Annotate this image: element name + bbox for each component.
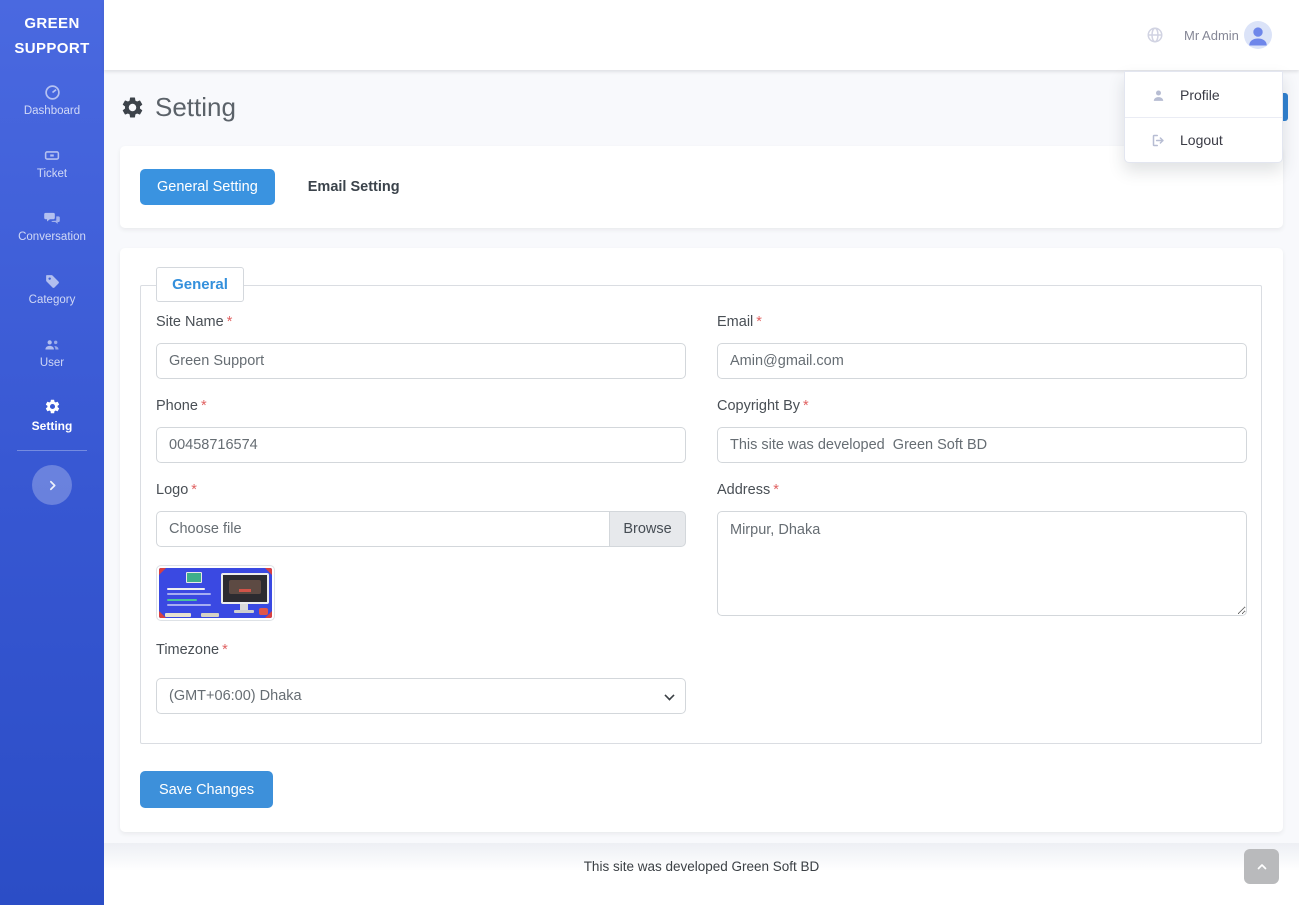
users-icon [0, 336, 104, 354]
sidebar-item-label: Category [0, 294, 104, 306]
tab-row: General Setting Email Setting [140, 169, 1263, 205]
sidebar-item-dashboard[interactable]: Dashboard [0, 84, 104, 117]
address-textarea[interactable]: Mirpur, Dhaka [717, 511, 1247, 616]
profile-icon [1151, 87, 1167, 103]
thumb-monitor-graphic [221, 573, 269, 604]
sidebar-item-setting[interactable]: Setting [0, 398, 104, 433]
page-title: Setting [155, 92, 236, 123]
sidebar-item-category[interactable]: Category [0, 273, 104, 306]
scroll-to-top-button[interactable] [1244, 849, 1279, 884]
tabs-card: General Setting Email Setting [120, 146, 1283, 228]
required-asterisk: * [756, 314, 762, 330]
logo-preview-graphic [159, 568, 272, 618]
menu-item-logout[interactable]: Logout [1125, 117, 1282, 162]
timezone-select[interactable]: (GMT+06:00) Dhaka [156, 678, 686, 714]
general-settings-card: General Site Name* Email* Phone* Copyrig… [120, 248, 1283, 832]
content-area: Setting General Setting Email Setting Ge… [104, 70, 1299, 843]
email-label: Email* [717, 314, 762, 330]
sidebar-item-ticket[interactable]: Ticket [0, 147, 104, 180]
required-asterisk: * [191, 482, 197, 498]
tab-email-setting[interactable]: Email Setting [291, 169, 417, 205]
tab-general-setting[interactable]: General Setting [140, 169, 275, 205]
required-asterisk: * [201, 398, 207, 414]
brand-line2: SUPPORT [0, 36, 104, 61]
required-asterisk: * [773, 482, 779, 498]
sidebar: GREEN SUPPORT Dashboard Ticket Conversat… [0, 0, 104, 905]
chevron-right-icon [46, 478, 59, 493]
chevron-up-icon [1256, 859, 1268, 874]
timezone-select-wrap: (GMT+06:00) Dhaka [156, 678, 686, 714]
logout-icon [1151, 132, 1167, 148]
logo-label: Logo* [156, 482, 197, 498]
globe-icon[interactable] [1146, 26, 1164, 44]
menu-item-profile[interactable]: Profile [1125, 72, 1282, 117]
topbar: Mr Admin [104, 0, 1299, 70]
ticket-icon [0, 147, 104, 165]
logo-file-input[interactable] [156, 511, 610, 547]
hidden-button-sliver [1283, 93, 1288, 121]
comments-icon [0, 210, 104, 228]
user-dropdown-menu: Profile Logout [1124, 71, 1283, 163]
avatar[interactable] [1244, 21, 1272, 49]
dashboard-icon [0, 84, 104, 102]
gear-icon [0, 398, 104, 416]
sidebar-item-label: Dashboard [0, 105, 104, 117]
sidebar-item-label: Setting [0, 419, 104, 433]
site-name-label: Site Name* [156, 314, 232, 330]
menu-item-label: Profile [1180, 87, 1220, 103]
brand-logo[interactable]: GREEN SUPPORT [0, 0, 104, 61]
sidebar-collapse-button[interactable] [32, 465, 72, 505]
sidebar-item-user[interactable]: User [0, 336, 104, 369]
gear-icon [120, 95, 145, 120]
required-asterisk: * [803, 398, 809, 414]
required-asterisk: * [222, 642, 228, 658]
logo-preview-image [156, 565, 275, 621]
email-input[interactable] [717, 343, 1247, 379]
sidebar-item-label: User [0, 357, 104, 369]
topbar-username[interactable]: Mr Admin [1184, 28, 1239, 43]
sidebar-divider [17, 450, 87, 451]
person-icon [1244, 21, 1272, 49]
brand-line1: GREEN [0, 11, 104, 36]
browse-button[interactable]: Browse [610, 511, 686, 547]
save-changes-button[interactable]: Save Changes [140, 771, 273, 808]
sidebar-item-label: Conversation [0, 231, 104, 243]
copyright-input[interactable] [717, 427, 1247, 463]
logo-file-group: Browse [156, 511, 686, 547]
fieldset-legend: General [156, 267, 244, 302]
sidebar-item-label: Ticket [0, 168, 104, 180]
tag-icon [0, 273, 104, 291]
copyright-label: Copyright By* [717, 398, 809, 414]
phone-input[interactable] [156, 427, 686, 463]
footer: This site was developed Green Soft BD [104, 843, 1299, 905]
sidebar-item-conversation[interactable]: Conversation [0, 210, 104, 243]
timezone-label: Timezone* [156, 642, 228, 658]
menu-item-label: Logout [1180, 132, 1223, 148]
address-label: Address* [717, 482, 779, 498]
site-name-input[interactable] [156, 343, 686, 379]
phone-label: Phone* [156, 398, 207, 414]
page-header: Setting [120, 92, 236, 123]
required-asterisk: * [227, 314, 233, 330]
footer-text: This site was developed Green Soft BD [104, 859, 1299, 874]
thumb-laptop-graphic [186, 572, 202, 583]
